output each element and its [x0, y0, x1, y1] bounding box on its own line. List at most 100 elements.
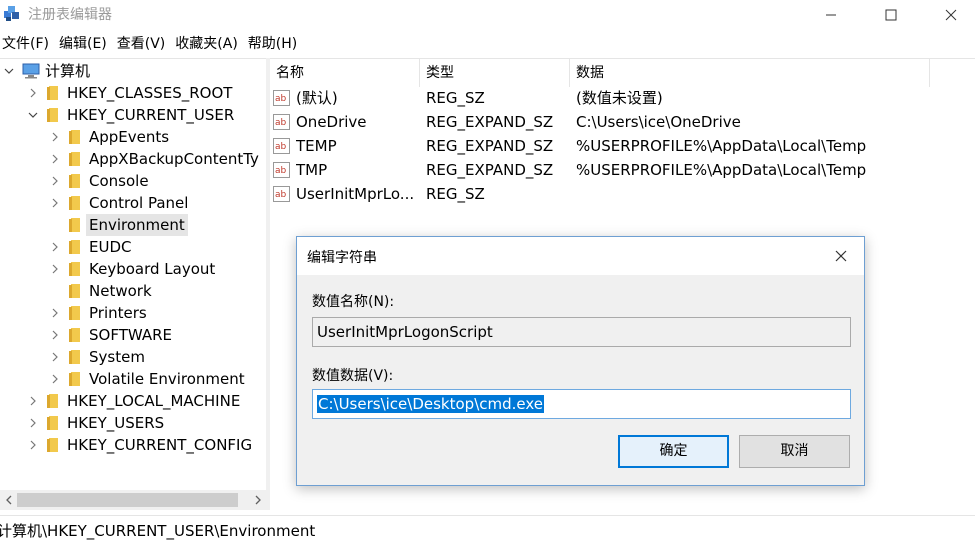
chevron-right-icon[interactable] [48, 328, 62, 342]
svg-text:ab: ab [275, 190, 287, 200]
folder-icon [66, 327, 82, 343]
tree-label: Network [89, 282, 152, 300]
folder-icon [44, 415, 60, 431]
scroll-left-arrow-icon[interactable] [0, 490, 17, 510]
cancel-button[interactable]: 取消 [739, 435, 850, 468]
column-header-type[interactable]: 类型 [420, 59, 570, 87]
folder-icon [66, 305, 82, 321]
value-name: (默认) [296, 89, 338, 107]
menu-edit[interactable]: 编辑(E) [57, 33, 111, 55]
svg-text:ab: ab [275, 166, 287, 176]
svg-text:ab: ab [275, 142, 287, 152]
chevron-right-icon[interactable] [48, 152, 62, 166]
folder-icon [44, 437, 60, 453]
string-value-icon: ab [273, 138, 290, 154]
chevron-right-icon[interactable] [48, 372, 62, 386]
svg-text:ab: ab [275, 118, 287, 128]
tree-item-hkey-current-user[interactable]: HKEY_CURRENT_USER [26, 104, 237, 126]
scroll-right-arrow-icon[interactable] [249, 490, 266, 510]
chevron-right-icon[interactable] [26, 416, 40, 430]
tree-label: HKEY_LOCAL_MACHINE [67, 392, 241, 410]
list-row-temp[interactable]: ab TEMP REG_EXPAND_SZ %USERPROFILE%\AppD… [270, 134, 975, 158]
tree-label: Console [89, 172, 149, 190]
ok-button[interactable]: 确定 [618, 435, 729, 468]
column-header-data[interactable]: 数据 [570, 59, 930, 87]
tree-item-volatile-environment[interactable]: Volatile Environment [48, 368, 248, 390]
folder-icon [66, 217, 82, 233]
chevron-right-icon[interactable] [48, 350, 62, 364]
tree-label: EUDC [89, 238, 132, 256]
tree-item-console[interactable]: Console [48, 170, 152, 192]
list-row-default[interactable]: ab (默认) REG_SZ (数值未设置) [270, 86, 975, 110]
value-name-field[interactable]: UserInitMprLogonScript [312, 317, 851, 347]
tree-item-keyboard-layout[interactable]: Keyboard Layout [48, 258, 218, 280]
tree-horizontal-scrollbar[interactable] [0, 490, 266, 510]
scrollbar-thumb[interactable] [17, 493, 238, 507]
value-name: TMP [296, 161, 328, 179]
value-data: C:\Users\ice\OneDrive [576, 113, 741, 131]
close-icon[interactable] [832, 247, 850, 265]
minimize-button[interactable] [808, 0, 854, 30]
value-type: REG_EXPAND_SZ [426, 113, 554, 131]
chevron-right-icon[interactable] [26, 86, 40, 100]
tree-label: HKEY_CURRENT_USER [67, 106, 235, 124]
value-name-label: 数值名称(N): [312, 294, 395, 310]
chevron-down-icon[interactable] [26, 108, 40, 122]
chevron-right-icon[interactable] [48, 240, 62, 254]
menu-favorites[interactable]: 收藏夹(A) [173, 33, 242, 55]
chevron-right-icon[interactable] [48, 196, 62, 210]
tree-item-system[interactable]: System [48, 346, 148, 368]
tree-item-control-panel[interactable]: Control Panel [48, 192, 191, 214]
value-data-input[interactable]: C:\Users\ice\Desktop\cmd.exe [312, 389, 851, 419]
tree-item-printers[interactable]: Printers [48, 302, 150, 324]
registry-editor-icon [2, 3, 22, 23]
edit-string-dialog: 编辑字符串 数值名称(N): UserInitMprLogonScript 数值… [296, 236, 865, 486]
folder-icon [66, 349, 82, 365]
list-row-onedrive[interactable]: ab OneDrive REG_EXPAND_SZ C:\Users\ice\O… [270, 110, 975, 134]
registry-tree[interactable]: 计算机 HKEY_CLASSES_ROOT HKEY_CURRENT_USER … [0, 58, 266, 490]
tree-item-hkey-current-config[interactable]: HKEY_CURRENT_CONFIG [26, 434, 255, 456]
value-name: OneDrive [296, 113, 367, 131]
menu-view[interactable]: 查看(V) [115, 33, 170, 55]
tree-label: Control Panel [89, 194, 189, 212]
chevron-right-icon[interactable] [26, 438, 40, 452]
tree-item-computer[interactable]: 计算机 [2, 60, 93, 82]
menu-file[interactable]: 文件(F) [0, 33, 53, 55]
chevron-right-icon[interactable] [26, 394, 40, 408]
tree-label: HKEY_CLASSES_ROOT [67, 84, 233, 102]
tree-item-appevents[interactable]: AppEvents [48, 126, 172, 148]
chevron-right-icon[interactable] [48, 130, 62, 144]
folder-icon [66, 283, 82, 299]
string-value-icon: ab [273, 162, 290, 178]
menu-help[interactable]: 帮助(H) [246, 33, 301, 55]
string-value-icon: ab [273, 114, 290, 130]
list-row-tmp[interactable]: ab TMP REG_EXPAND_SZ %USERPROFILE%\AppDa… [270, 158, 975, 182]
tree-item-environment[interactable]: Environment [48, 214, 188, 236]
tree-item-hkey-users[interactable]: HKEY_USERS [26, 412, 167, 434]
folder-icon [66, 173, 82, 189]
string-value-icon: ab [273, 186, 290, 202]
tree-item-network[interactable]: Network [48, 280, 155, 302]
tree-item-software[interactable]: SOFTWARE [48, 324, 175, 346]
chevron-right-icon[interactable] [48, 174, 62, 188]
tree-item-eudc[interactable]: EUDC [48, 236, 134, 258]
tree-label: Printers [89, 304, 147, 322]
column-header-name[interactable]: 名称 [270, 59, 420, 87]
svg-text:ab: ab [275, 94, 287, 104]
chevron-right-icon[interactable] [48, 306, 62, 320]
folder-icon [44, 393, 60, 409]
maximize-button[interactable] [868, 0, 914, 30]
close-button[interactable] [928, 0, 974, 30]
folder-icon [44, 107, 60, 123]
value-data: %USERPROFILE%\AppData\Local\Temp [576, 161, 867, 179]
tree-item-appxbackup[interactable]: AppXBackupContentTy [48, 148, 262, 170]
value-data [576, 182, 975, 206]
tree-item-hkey-classes-root[interactable]: HKEY_CLASSES_ROOT [26, 82, 235, 104]
list-row-userinitmprlogonscript[interactable]: ab UserInitMprLo... REG_SZ [270, 182, 975, 206]
tree-label: Environment [86, 214, 188, 236]
chevron-right-icon[interactable] [48, 262, 62, 276]
tree-item-hkey-local-machine[interactable]: HKEY_LOCAL_MACHINE [26, 390, 243, 412]
folder-icon [44, 85, 60, 101]
chevron-down-icon[interactable] [2, 64, 16, 78]
